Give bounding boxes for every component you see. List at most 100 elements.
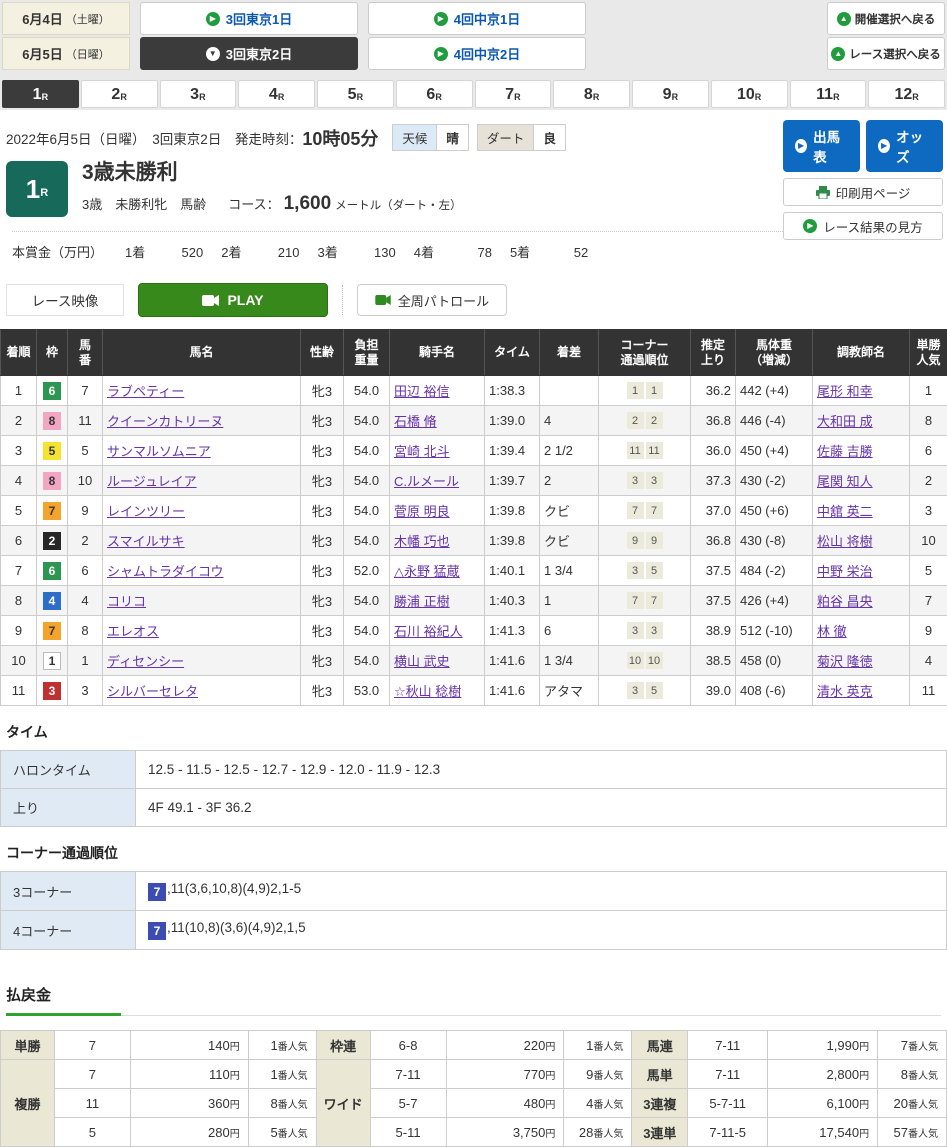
margin: 1 3/4 — [540, 646, 599, 676]
meeting-button-tokyo-day2-selected[interactable]: ▼ 3回東京2日 — [140, 37, 358, 70]
payout-amount: 220円 — [446, 1031, 564, 1060]
trainer-name-link[interactable]: 清水 英克 — [817, 684, 873, 699]
frame-number-badge: 7 — [37, 616, 68, 646]
race-tab-number: 2 — [111, 87, 120, 103]
trainer-cell: 中野 栄治 — [813, 556, 910, 586]
horse-name-link[interactable]: サンマルソムニア — [107, 444, 211, 459]
win-popularity: 3 — [910, 496, 947, 526]
win-popularity: 4 — [910, 646, 947, 676]
result-row: 978エレオス牝354.0石川 裕紀人1:41.363338.9512 (-10… — [1, 616, 947, 646]
finish-position: 4 — [1, 466, 37, 496]
date-selector-bar: 6月4日 （土曜） ▶ 3回東京1日 ▶ 4回中京1日 ▲ 開催選択へ戻る 6月… — [0, 0, 947, 72]
jockey-name-link[interactable]: 勝浦 正樹 — [394, 594, 450, 609]
horse-name-cell: スマイルサキ — [103, 526, 301, 556]
payout-amount: 17,540円 — [768, 1118, 878, 1147]
payout-popularity: 28番人気 — [564, 1118, 632, 1147]
horse-body-weight: 450 (+4) — [736, 436, 813, 466]
race-tab-9r[interactable]: 9R — [632, 80, 709, 108]
sex-age: 牝3 — [301, 586, 344, 616]
payout-section-header: 払戻金 — [6, 984, 941, 1016]
race-tab-1r[interactable]: 1R — [2, 80, 79, 108]
race-tab-2r[interactable]: 2R — [81, 80, 158, 108]
jockey-name-link[interactable]: 横山 武史 — [394, 654, 450, 669]
date-text: 6月4日 — [22, 9, 62, 28]
horse-name-link[interactable]: クイーンカトリーヌ — [107, 414, 223, 429]
jockey-name-link[interactable]: 宮崎 北斗 — [394, 444, 450, 459]
race-tab-12r[interactable]: 12R — [868, 80, 945, 108]
trainer-name-link[interactable]: 大和田 成 — [817, 414, 873, 429]
trainer-name-link[interactable]: 佐藤 吉勝 — [817, 444, 873, 459]
jockey-name-link[interactable]: 田辺 裕信 — [394, 384, 450, 399]
meeting-button-tokyo-day1[interactable]: ▶ 3回東京1日 — [140, 2, 358, 35]
corner-order-section-title: コーナー通過順位 — [6, 843, 941, 863]
odds-button[interactable]: ▶ オッズ — [866, 120, 943, 172]
trainer-name-link[interactable]: 粕谷 昌央 — [817, 594, 873, 609]
race-tab-suffix: R — [755, 93, 762, 102]
jockey-name-link[interactable]: 石川 裕紀人 — [394, 624, 463, 639]
play-race-video-button[interactable]: PLAY — [138, 283, 328, 317]
horse-name-link[interactable]: ルージュレイア — [107, 474, 197, 489]
back-to-meeting-select-button[interactable]: ▲ 開催選択へ戻る — [827, 2, 945, 35]
jockey-name-link[interactable]: 菅原 明良 — [394, 504, 450, 519]
track-condition-tag: ダート 良 — [477, 124, 566, 151]
prize-amount: 52 — [536, 245, 588, 260]
jockey-cell: 田辺 裕信 — [390, 376, 485, 406]
race-tab-10r[interactable]: 10R — [711, 80, 788, 108]
payout-row: 馬単7-112,800円8番人気 — [632, 1060, 947, 1089]
corner-position-box: 7 — [646, 592, 663, 609]
meeting-button-chukyo-day2[interactable]: ▶ 4回中京2日 — [368, 37, 586, 70]
trainer-name-link[interactable]: 尾形 和幸 — [817, 384, 873, 399]
bet-type-label: 3連複 — [632, 1089, 688, 1118]
trainer-name-link[interactable]: 菊沢 隆徳 — [817, 654, 873, 669]
payout-row: 3連複5-7-116,100円20番人気 — [632, 1089, 947, 1118]
horse-name-link[interactable]: ディセンシー — [107, 654, 184, 669]
back-to-race-select-button[interactable]: ▲ レース選択へ戻る — [827, 37, 945, 70]
horse-body-weight: 512 (-10) — [736, 616, 813, 646]
trainer-name-link[interactable]: 中舘 英二 — [817, 504, 873, 519]
jockey-name-link[interactable]: △永野 猛蔵 — [394, 564, 460, 579]
horse-name-cell: レインツリー — [103, 496, 301, 526]
jockey-name-link[interactable]: 石橋 脩 — [394, 414, 437, 429]
corner-position-box: 3 — [646, 472, 663, 489]
how-to-read-results-button[interactable]: ▶ レース結果の見方 — [783, 212, 943, 240]
horse-name-link[interactable]: シルバーセレタ — [107, 684, 198, 699]
arrow-right-circle-icon: ▶ — [878, 139, 890, 153]
jockey-name-link[interactable]: C.ルメール — [394, 474, 459, 489]
race-tab-8r[interactable]: 8R — [553, 80, 630, 108]
horse-number: 1 — [68, 646, 103, 676]
finish-position: 9 — [1, 616, 37, 646]
race-tab-3r[interactable]: 3R — [160, 80, 237, 108]
corner-position-box: 11 — [627, 442, 644, 459]
race-tab-4r[interactable]: 4R — [238, 80, 315, 108]
trainer-name-link[interactable]: 尾関 知人 — [817, 474, 873, 489]
race-tab-7r[interactable]: 7R — [475, 80, 552, 108]
corner-position-box: 1 — [627, 382, 644, 399]
trainer-name-link[interactable]: 林 徹 — [817, 624, 847, 639]
jockey-name-link[interactable]: ☆秋山 稔樹 — [394, 684, 461, 699]
meeting-button-chukyo-day1[interactable]: ▶ 4回中京1日 — [368, 2, 586, 35]
horse-name-link[interactable]: シャムトラダイコウ — [107, 564, 223, 579]
horse-body-weight: 450 (+6) — [736, 496, 813, 526]
payout-combination: 11 — [54, 1089, 130, 1118]
jockey-name-link[interactable]: 木幡 巧也 — [394, 534, 450, 549]
patrol-video-button[interactable]: 全周パトロール — [357, 284, 507, 316]
horse-name-link[interactable]: コリコ — [107, 594, 146, 609]
horse-name-link[interactable]: レインツリー — [107, 504, 185, 519]
race-tab-11r[interactable]: 11R — [790, 80, 867, 108]
horse-name-cell: ディセンシー — [103, 646, 301, 676]
horse-body-weight: 484 (-2) — [736, 556, 813, 586]
trainer-name-link[interactable]: 中野 栄治 — [817, 564, 873, 579]
horse-name-link[interactable]: エレオス — [107, 624, 159, 639]
payout-amount: 770円 — [446, 1060, 564, 1089]
results-column-header: 負担 重量 — [344, 330, 390, 376]
meeting-button-label: 4回中京1日 — [454, 9, 520, 28]
entry-table-button[interactable]: ▶ 出馬表 — [783, 120, 860, 172]
horse-number: 5 — [68, 436, 103, 466]
jockey-cell: C.ルメール — [390, 466, 485, 496]
race-tab-5r[interactable]: 5R — [317, 80, 394, 108]
print-page-button[interactable]: 印刷用ページ — [783, 178, 943, 206]
horse-name-link[interactable]: ラブペティー — [107, 384, 184, 399]
race-tab-6r[interactable]: 6R — [396, 80, 473, 108]
horse-name-link[interactable]: スマイルサキ — [107, 534, 185, 549]
trainer-name-link[interactable]: 松山 将樹 — [817, 534, 873, 549]
